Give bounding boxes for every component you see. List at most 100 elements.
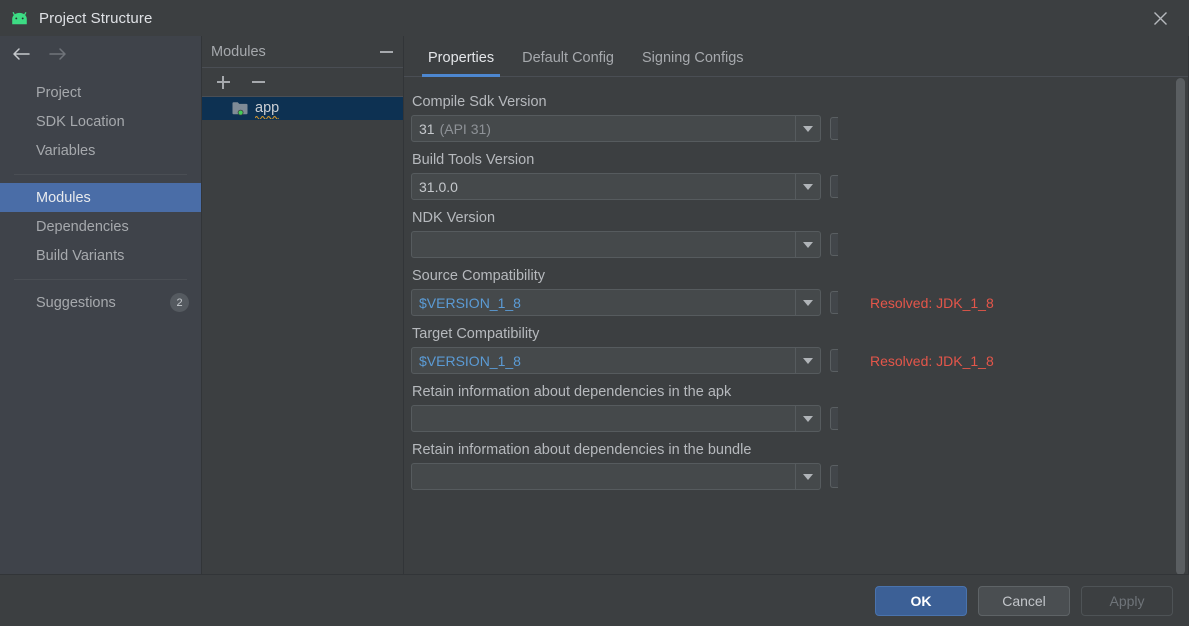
project-structure-dialog: Project Structure Project SDK Location V… bbox=[0, 0, 1189, 626]
ndk-version-browse-button[interactable] bbox=[830, 233, 838, 256]
chevron-down-icon[interactable] bbox=[795, 290, 820, 315]
compile-sdk-version-combo[interactable]: 31 (API 31) bbox=[411, 115, 821, 142]
navigation-sidebar: Project SDK Location Variables Modules D… bbox=[0, 36, 202, 574]
chevron-down-icon[interactable] bbox=[795, 348, 820, 373]
properties-panel: Properties Default Config Signing Config… bbox=[404, 36, 1189, 574]
caret-glyph bbox=[803, 125, 813, 132]
source-compatibility-combo[interactable]: $VERSION_1_8 bbox=[411, 289, 821, 316]
combo-value-text: $VERSION_1_8 bbox=[419, 352, 521, 369]
field-retain-dependencies-bundle: Retain information about dependencies in… bbox=[411, 442, 1189, 490]
field-row: $VERSION_1_8 Resolved: JDK_1_8 bbox=[411, 347, 1189, 374]
sidebar-item-suggestions[interactable]: Suggestions 2 bbox=[0, 288, 201, 317]
dialog-footer: OK Cancel Apply bbox=[0, 574, 1189, 626]
sidebar-list: Project SDK Location Variables Modules D… bbox=[0, 72, 201, 317]
minus-bar bbox=[251, 81, 265, 83]
cancel-button[interactable]: Cancel bbox=[978, 585, 1070, 616]
build-tools-version-combo[interactable]: 31.0.0 bbox=[411, 173, 821, 200]
modules-panel-title: Modules bbox=[211, 43, 266, 60]
minimize-bar bbox=[379, 50, 393, 53]
caret-glyph bbox=[803, 241, 813, 248]
chevron-down-icon[interactable] bbox=[795, 464, 820, 489]
sidebar-divider bbox=[14, 279, 187, 280]
tab-default-config[interactable]: Default Config bbox=[508, 50, 628, 76]
chevron-down-icon[interactable] bbox=[795, 174, 820, 199]
field-build-tools-version: Build Tools Version 31.0.0 bbox=[411, 152, 1189, 200]
field-target-compatibility: Target Compatibility $VERSION_1_8 Resolv… bbox=[411, 326, 1189, 374]
module-label: app bbox=[255, 100, 280, 119]
chevron-down-icon[interactable] bbox=[795, 116, 820, 141]
caret-glyph bbox=[803, 473, 813, 480]
field-source-compatibility: Source Compatibility $VERSION_1_8 Resolv… bbox=[411, 268, 1189, 316]
chevron-down-icon[interactable] bbox=[795, 232, 820, 257]
tab-signing-configs[interactable]: Signing Configs bbox=[628, 50, 758, 76]
source-compatibility-browse-button[interactable] bbox=[830, 291, 838, 314]
sidebar-item-sdk-location[interactable]: SDK Location bbox=[0, 107, 201, 136]
module-list-item-app[interactable]: app bbox=[202, 97, 403, 120]
retain-dependencies-apk-combo[interactable] bbox=[411, 405, 821, 432]
retain-dependencies-bundle-browse-button[interactable] bbox=[830, 465, 838, 488]
caret-glyph bbox=[803, 299, 813, 306]
arrow-left-icon[interactable] bbox=[10, 43, 32, 65]
tab-bar: Properties Default Config Signing Config… bbox=[404, 36, 1189, 77]
sidebar-item-label: Build Variants bbox=[36, 247, 125, 264]
plus-icon[interactable] bbox=[214, 73, 232, 91]
target-compatibility-combo[interactable]: $VERSION_1_8 bbox=[411, 347, 821, 374]
tab-label: Properties bbox=[428, 50, 495, 66]
ok-button[interactable]: OK bbox=[875, 585, 967, 616]
minus-icon[interactable] bbox=[249, 73, 267, 91]
modules-toolbar bbox=[202, 68, 403, 97]
target-compatibility-resolved-text: Resolved: JDK_1_8 bbox=[870, 352, 994, 369]
field-row: $VERSION_1_8 Resolved: JDK_1_8 bbox=[411, 289, 1189, 316]
field-compile-sdk-version: Compile Sdk Version 31 (API 31) bbox=[411, 94, 1189, 142]
combo-value-suffix: (API 31) bbox=[439, 120, 491, 137]
ndk-version-combo[interactable] bbox=[411, 231, 821, 258]
combo-value-text: $VERSION_1_8 bbox=[419, 294, 521, 311]
sidebar-item-modules[interactable]: Modules bbox=[0, 183, 201, 212]
sidebar-item-project[interactable]: Project bbox=[0, 78, 201, 107]
sidebar-divider bbox=[14, 174, 187, 175]
sidebar-item-label: Modules bbox=[36, 189, 91, 206]
caret-glyph bbox=[803, 183, 813, 190]
tab-properties[interactable]: Properties bbox=[414, 50, 508, 77]
tab-label: Default Config bbox=[522, 50, 614, 66]
target-compatibility-browse-button[interactable] bbox=[830, 349, 838, 372]
field-ndk-version: NDK Version bbox=[411, 210, 1189, 258]
sidebar-item-label: Project bbox=[36, 84, 82, 101]
caret-glyph bbox=[803, 357, 813, 364]
sidebar-item-label: Dependencies bbox=[36, 218, 129, 235]
tab-label: Signing Configs bbox=[641, 50, 744, 66]
properties-form: Compile Sdk Version 31 (API 31) Build To… bbox=[404, 77, 1189, 574]
sidebar-item-build-variants[interactable]: Build Variants bbox=[0, 241, 201, 270]
field-row bbox=[411, 405, 1189, 432]
combo-value bbox=[412, 464, 795, 489]
field-label: Source Compatibility bbox=[412, 268, 545, 284]
combo-value: $VERSION_1_8 bbox=[412, 348, 795, 373]
dialog-body: Project SDK Location Variables Modules D… bbox=[0, 36, 1189, 574]
combo-value: $VERSION_1_8 bbox=[412, 290, 795, 315]
compile-sdk-version-browse-button[interactable] bbox=[830, 117, 838, 140]
modules-panel-header: Modules bbox=[202, 36, 403, 68]
field-retain-dependencies-apk: Retain information about dependencies in… bbox=[411, 384, 1189, 432]
caret-glyph bbox=[803, 415, 813, 422]
combo-value: 31.0.0 bbox=[412, 174, 795, 199]
field-label: Retain information about dependencies in… bbox=[412, 442, 752, 458]
retain-dependencies-bundle-combo[interactable] bbox=[411, 463, 821, 490]
chevron-down-icon[interactable] bbox=[795, 406, 820, 431]
sidebar-item-label: SDK Location bbox=[36, 113, 125, 130]
combo-value bbox=[412, 406, 795, 431]
field-label: Retain information about dependencies in… bbox=[412, 384, 732, 400]
field-row: 31 (API 31) bbox=[411, 115, 1189, 142]
close-icon[interactable] bbox=[1131, 0, 1189, 36]
suggestions-count-badge: 2 bbox=[170, 293, 189, 312]
sidebar-item-dependencies[interactable]: Dependencies bbox=[0, 212, 201, 241]
properties-scrollbar[interactable] bbox=[1176, 77, 1185, 574]
build-tools-version-browse-button[interactable] bbox=[830, 175, 838, 198]
minimize-icon[interactable] bbox=[377, 43, 395, 61]
arrow-right-icon[interactable] bbox=[47, 43, 69, 65]
sidebar-item-variables[interactable]: Variables bbox=[0, 136, 201, 165]
module-name-text: app bbox=[255, 100, 280, 116]
field-label: Build Tools Version bbox=[412, 152, 535, 168]
modules-list: app bbox=[202, 97, 403, 120]
retain-dependencies-apk-browse-button[interactable] bbox=[830, 407, 838, 430]
scrollbar-thumb[interactable] bbox=[1176, 78, 1185, 574]
